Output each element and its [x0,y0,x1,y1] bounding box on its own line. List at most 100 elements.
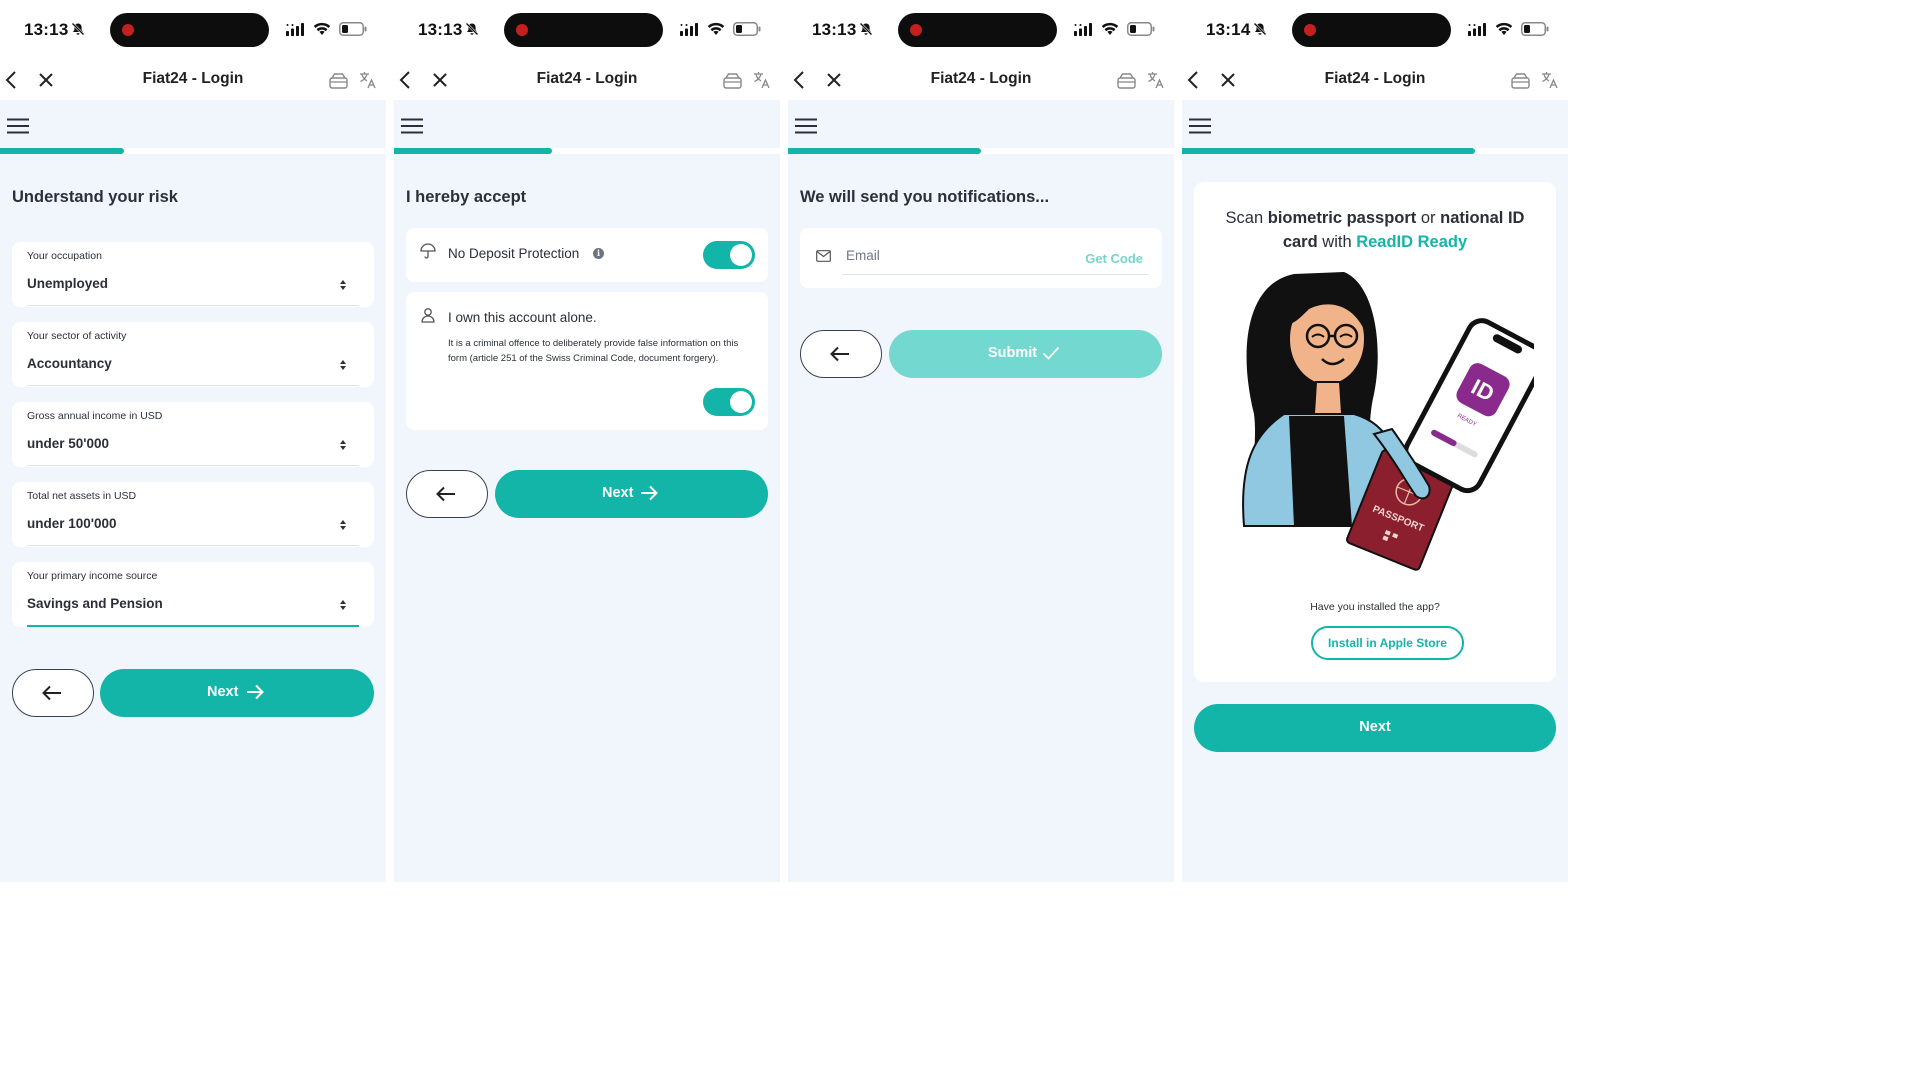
cellular-signal-icon [286,23,304,36]
income-source-label: Your primary income source [27,570,158,582]
scan-title-text: or [1416,209,1441,227]
installed-question: Have you installed the app? [1310,601,1440,613]
sort-arrows-icon [340,440,346,450]
sort-arrows-icon [340,280,346,290]
wallet-icon[interactable] [1511,71,1530,89]
envelope-icon [816,250,831,262]
bell-muted-icon [465,22,479,36]
select-underline-active [27,625,359,627]
hamburger-menu-icon[interactable] [1189,118,1211,134]
arrow-left-icon [830,346,849,362]
wallet-icon[interactable] [1117,71,1136,89]
submit-button[interactable]: Submit [889,330,1162,378]
email-input[interactable]: Email [846,248,880,263]
screen-scan-id: 13:14 Fiat24 - Login Scan biometric pass… [1182,0,1568,882]
status-bar: 13:13 [788,0,1174,60]
email-card: Email Get Code [800,228,1162,288]
submit-label: Submit [988,345,1038,361]
battery-icon [733,22,761,36]
progress-bar [1182,148,1568,154]
arrow-right-icon [641,485,658,501]
dynamic-island [110,13,269,47]
screen-risk: 13:13 Fiat24 - Login Understand your ris… [0,0,386,882]
bell-muted-icon [1253,22,1267,36]
passport-scan-illustration: PASSPORT ID READY [1242,272,1534,571]
scan-title-bold: biometric passport [1267,209,1417,227]
wifi-icon [707,22,725,35]
sort-arrows-icon [340,600,346,610]
nav-bar: Fiat24 - Login [1182,60,1568,100]
dynamic-island [504,13,663,47]
own-account-option: I own this account alone. It is a crimin… [406,292,768,430]
nav-bar: Fiat24 - Login [788,60,1174,100]
dynamic-island [898,13,1057,47]
status-bar: 13:13 [394,0,780,60]
dynamic-island [1292,13,1451,47]
translate-icon[interactable] [1147,71,1165,89]
hamburger-menu-icon[interactable] [401,118,423,134]
umbrella-icon [420,243,436,259]
occupation-value: Unemployed [27,276,109,291]
next-button[interactable]: Next [1194,704,1556,752]
shirt-shape [1289,416,1352,526]
hamburger-menu-icon[interactable] [7,118,29,134]
translate-icon[interactable] [359,71,377,89]
progress-bar [0,148,386,154]
progress-bar [788,148,1174,154]
occupation-select[interactable]: Your occupation Unemployed [12,242,374,307]
status-bar: 13:14 [1182,0,1568,60]
cellular-signal-icon [1468,23,1486,36]
arrow-left-icon [42,685,61,701]
own-account-toggle[interactable] [703,388,755,416]
sort-arrows-icon [340,520,346,530]
next-label: Next [1359,719,1391,735]
income-source-select[interactable]: Your primary income source Savings and P… [12,562,374,627]
back-button[interactable] [406,470,488,518]
progress-bar [394,148,780,154]
battery-icon [339,22,367,36]
sector-select[interactable]: Your sector of activity Accountancy [12,322,374,387]
select-underline [27,385,359,386]
wallet-icon[interactable] [723,71,742,89]
sector-label: Your sector of activity [27,330,127,342]
neck-shape [1312,381,1344,415]
nav-bar: Fiat24 - Login [0,60,386,100]
section-heading: I hereby accept [406,188,527,206]
net-assets-value: under 100'000 [27,516,117,531]
nav-bar: Fiat24 - Login [394,60,780,100]
progress-fill [0,148,124,154]
wifi-icon [1495,22,1513,35]
translate-icon[interactable] [753,71,771,89]
info-icon[interactable]: i [593,248,604,259]
screen-accept: 13:13 Fiat24 - Login I hereby accept No … [394,0,780,882]
income-select[interactable]: Gross annual income in USD under 50'000 [12,402,374,467]
deposit-protection-toggle[interactable] [703,241,755,269]
back-button[interactable] [12,669,94,717]
select-underline [27,465,359,466]
checkmark-icon [1042,346,1060,360]
sector-value: Accountancy [27,356,112,371]
hamburger-menu-icon[interactable] [795,118,817,134]
progress-fill [394,148,553,154]
screen-notifications: 13:13 Fiat24 - Login We will send you no… [788,0,1174,882]
next-button[interactable]: Next [100,669,374,717]
recording-dot-icon [516,24,528,36]
deposit-protection-option: No Deposit Protection i [406,228,768,282]
battery-icon [1521,22,1549,36]
deposit-protection-label: No Deposit Protection [448,246,580,261]
next-button[interactable]: Next [495,470,768,518]
recording-dot-icon [122,24,134,36]
back-button[interactable] [800,330,882,378]
get-code-button[interactable]: Get Code [1085,251,1143,266]
wallet-icon[interactable] [329,71,348,89]
status-time: 13:13 [24,20,69,39]
income-source-value: Savings and Pension [27,596,163,611]
translate-icon[interactable] [1541,71,1559,89]
select-underline [27,305,359,306]
recording-dot-icon [1304,24,1316,36]
phone-shape: ID READY [1403,318,1534,494]
install-apple-store-button[interactable]: Install in Apple Store [1311,626,1464,660]
occupation-label: Your occupation [27,250,102,262]
section-heading: We will send you notifications... [800,188,1050,206]
net-assets-select[interactable]: Total net assets in USD under 100'000 [12,482,374,547]
